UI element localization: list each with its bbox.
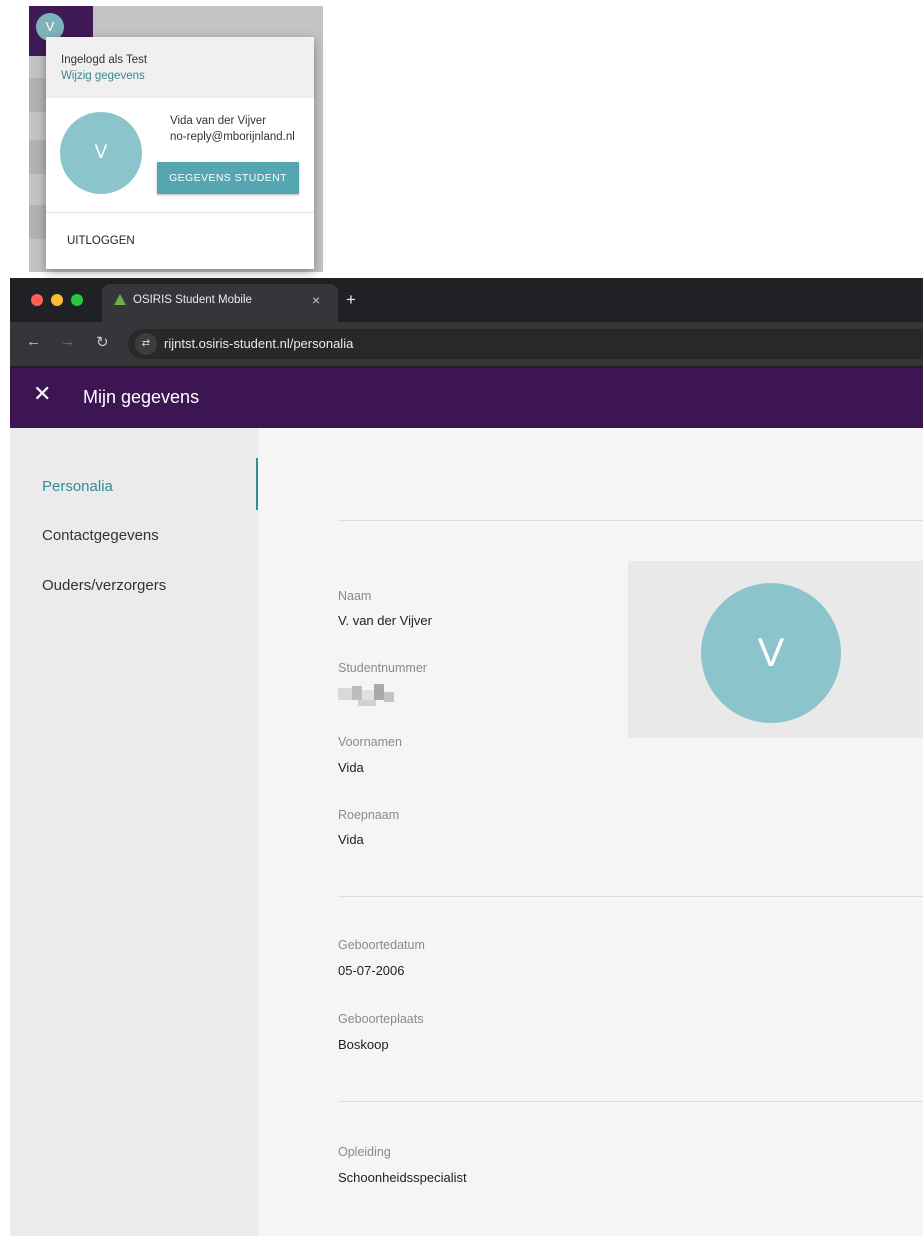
student-name: Vida van der Vijver	[170, 115, 267, 127]
forward-icon[interactable]: →	[60, 333, 75, 350]
student-email: no-reply@mborijnland.nl	[170, 131, 295, 143]
background-stripe	[29, 78, 46, 112]
edit-details-link[interactable]: Wijzig gegevens	[61, 70, 145, 82]
sidebar-item-personalia[interactable]: Personalia	[42, 478, 113, 495]
site-settings-icon[interactable]: ⇄	[135, 333, 157, 355]
education-value: Schoonheidsspecialist	[338, 1170, 467, 1185]
education-label: Opleiding	[338, 1145, 391, 1159]
birth-date-value: 05-07-2006	[338, 963, 405, 978]
sidebar-item-ouders-verzorgers[interactable]: Ouders/verzorgers	[42, 577, 166, 594]
new-tab-icon[interactable]: +	[346, 290, 356, 310]
profile-photo-box: V	[628, 561, 923, 738]
tab-title: OSIRIS Student Mobile	[133, 294, 252, 306]
birth-place-label: Geboorteplaats	[338, 1012, 424, 1026]
reload-icon[interactable]: ↻	[96, 333, 109, 351]
account-menu-header: Ingelogd als Test Wijzig gegevens	[46, 37, 314, 98]
birth-date-label: Geboortedatum	[338, 938, 425, 952]
sidebar-item-contactgegevens[interactable]: Contactgegevens	[42, 527, 159, 544]
browser-tab[interactable]: OSIRIS Student Mobile ×	[102, 284, 338, 322]
nickname-label: Roepnaam	[338, 808, 400, 822]
divider	[338, 896, 923, 897]
divider	[338, 520, 923, 521]
name-label: Naam	[338, 589, 372, 603]
browser-toolbar: ← → ↻ ⇄ rijntst.osiris-student.nl/person…	[10, 322, 923, 366]
logout-button[interactable]: UITLOGGEN	[67, 235, 135, 247]
nickname-value: Vida	[338, 832, 364, 847]
first-names-label: Voornamen	[338, 735, 402, 749]
student-number-redacted	[338, 682, 396, 707]
divider	[46, 212, 314, 213]
url-text[interactable]: rijntst.osiris-student.nl/personalia	[164, 336, 353, 351]
tab-close-icon[interactable]: ×	[312, 292, 320, 308]
minimize-window-icon[interactable]	[51, 294, 63, 306]
back-icon[interactable]: ←	[26, 333, 41, 350]
avatar: V	[60, 112, 142, 194]
logged-in-text: Ingelogd als Test	[61, 54, 148, 66]
osiris-favicon-icon	[114, 294, 126, 305]
student-number-label: Studentnummer	[338, 661, 427, 675]
name-value: V. van der Vijver	[338, 613, 432, 628]
browser-window: OSIRIS Student Mobile × + ← → ↻ ⇄ rijnts…	[10, 278, 923, 1236]
maximize-window-icon[interactable]	[71, 294, 83, 306]
birth-place-value: Boskoop	[338, 1037, 389, 1052]
tab-strip: OSIRIS Student Mobile × +	[10, 278, 923, 322]
personalia-content: Naam V. van der Vijver Studentnummer Voo…	[258, 428, 923, 1236]
page-title: Mijn gegevens	[83, 387, 200, 407]
background-stripe	[29, 140, 46, 174]
close-icon[interactable]: ✕	[33, 381, 51, 407]
sidebar: Personalia Contactgegevens Ouders/verzor…	[10, 428, 258, 1236]
app-header: ✕ Mijn gegevens	[10, 368, 923, 428]
address-bar[interactable]: ⇄ rijntst.osiris-student.nl/personalia	[128, 329, 923, 359]
divider	[338, 1101, 923, 1102]
account-menu: Ingelogd als Test Wijzig gegevens V Vida…	[46, 37, 314, 269]
background-stripe	[29, 205, 46, 239]
profile-avatar: V	[701, 583, 841, 723]
close-window-icon[interactable]	[31, 294, 43, 306]
first-names-value: Vida	[338, 760, 364, 775]
account-popup-region: V Ingelogd als Test Wijzig gegevens V Vi…	[0, 0, 923, 272]
student-details-button[interactable]: GEGEVENS STUDENT	[157, 162, 299, 194]
